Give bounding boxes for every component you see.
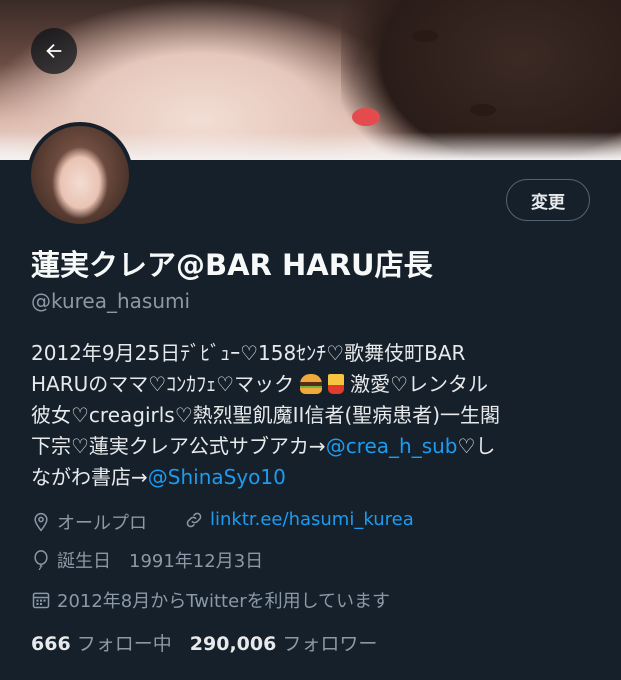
balloon-icon <box>34 550 48 571</box>
followers-count: 290,006 <box>189 633 277 655</box>
location-pin-icon <box>34 512 48 532</box>
user-handle: @kurea_hasumi <box>31 289 191 313</box>
following-label: フォロー中 <box>76 633 172 655</box>
mention-link[interactable]: @crea_h_sub <box>326 434 458 458</box>
back-arrow-icon <box>46 43 62 59</box>
back-button[interactable] <box>31 28 77 74</box>
website-row[interactable]: linktr.ee/hasumi_kurea <box>184 509 414 530</box>
follow-stats: 666 フォロー中 290,006 フォロワー <box>31 629 377 656</box>
bio-line: 下宗♡蓮実クレア公式サブアカ→@crea_h_sub♡し <box>31 434 496 458</box>
avatar[interactable] <box>27 122 133 228</box>
mention-link[interactable]: @ShinaSyo10 <box>148 465 286 489</box>
location-row: オールプロ <box>31 509 147 535</box>
bio-line: 2012年9月25日ﾃﾞﾋﾞｭｰ♡158ｾﾝﾁ♡歌舞伎町BAR <box>31 341 466 365</box>
followers-label: フォロワー <box>282 633 378 655</box>
location-text: オールプロ <box>57 513 147 534</box>
hamburger-icon <box>300 374 323 394</box>
website-link[interactable]: linktr.ee/hasumi_kurea <box>210 509 414 530</box>
bio-line: ながわ書店→@ShinaSyo10 <box>31 465 286 489</box>
following-link[interactable]: 666 フォロー中 <box>31 633 178 655</box>
bio: 2012年9月25日ﾃﾞﾋﾞｭｰ♡158ｾﾝﾁ♡歌舞伎町BAR HARUのママ♡… <box>31 338 591 493</box>
banner-eye <box>412 30 438 42</box>
following-count: 666 <box>31 633 71 655</box>
display-name: 蓮実クレア@BAR HARU店長 <box>31 248 433 282</box>
banner-lips <box>352 108 380 126</box>
joined-text: 2012年8月からTwitterを利用しています <box>57 591 391 612</box>
bio-line: 彼女♡creagirls♡熱烈聖飢魔II信者(聖病患者)一生閣 <box>31 403 501 427</box>
banner-eye <box>470 104 496 116</box>
followers-link[interactable]: 290,006 フォロワー <box>190 633 378 655</box>
link-icon <box>186 512 202 527</box>
bio-line: HARUのママ♡ｺﾝｶﾌｪ♡マック 激愛♡レンタル <box>31 372 489 396</box>
fries-icon <box>328 374 345 394</box>
birthday-label: 誕生日 <box>57 551 111 572</box>
birthday-row: 誕生日 1991年12月3日 <box>31 547 263 573</box>
joined-row: 2012年8月からTwitterを利用しています <box>31 587 390 613</box>
calendar-icon <box>32 592 50 609</box>
birthday-date: 1991年12月3日 <box>129 551 264 572</box>
edit-profile-button[interactable]: 変更 <box>506 179 590 221</box>
